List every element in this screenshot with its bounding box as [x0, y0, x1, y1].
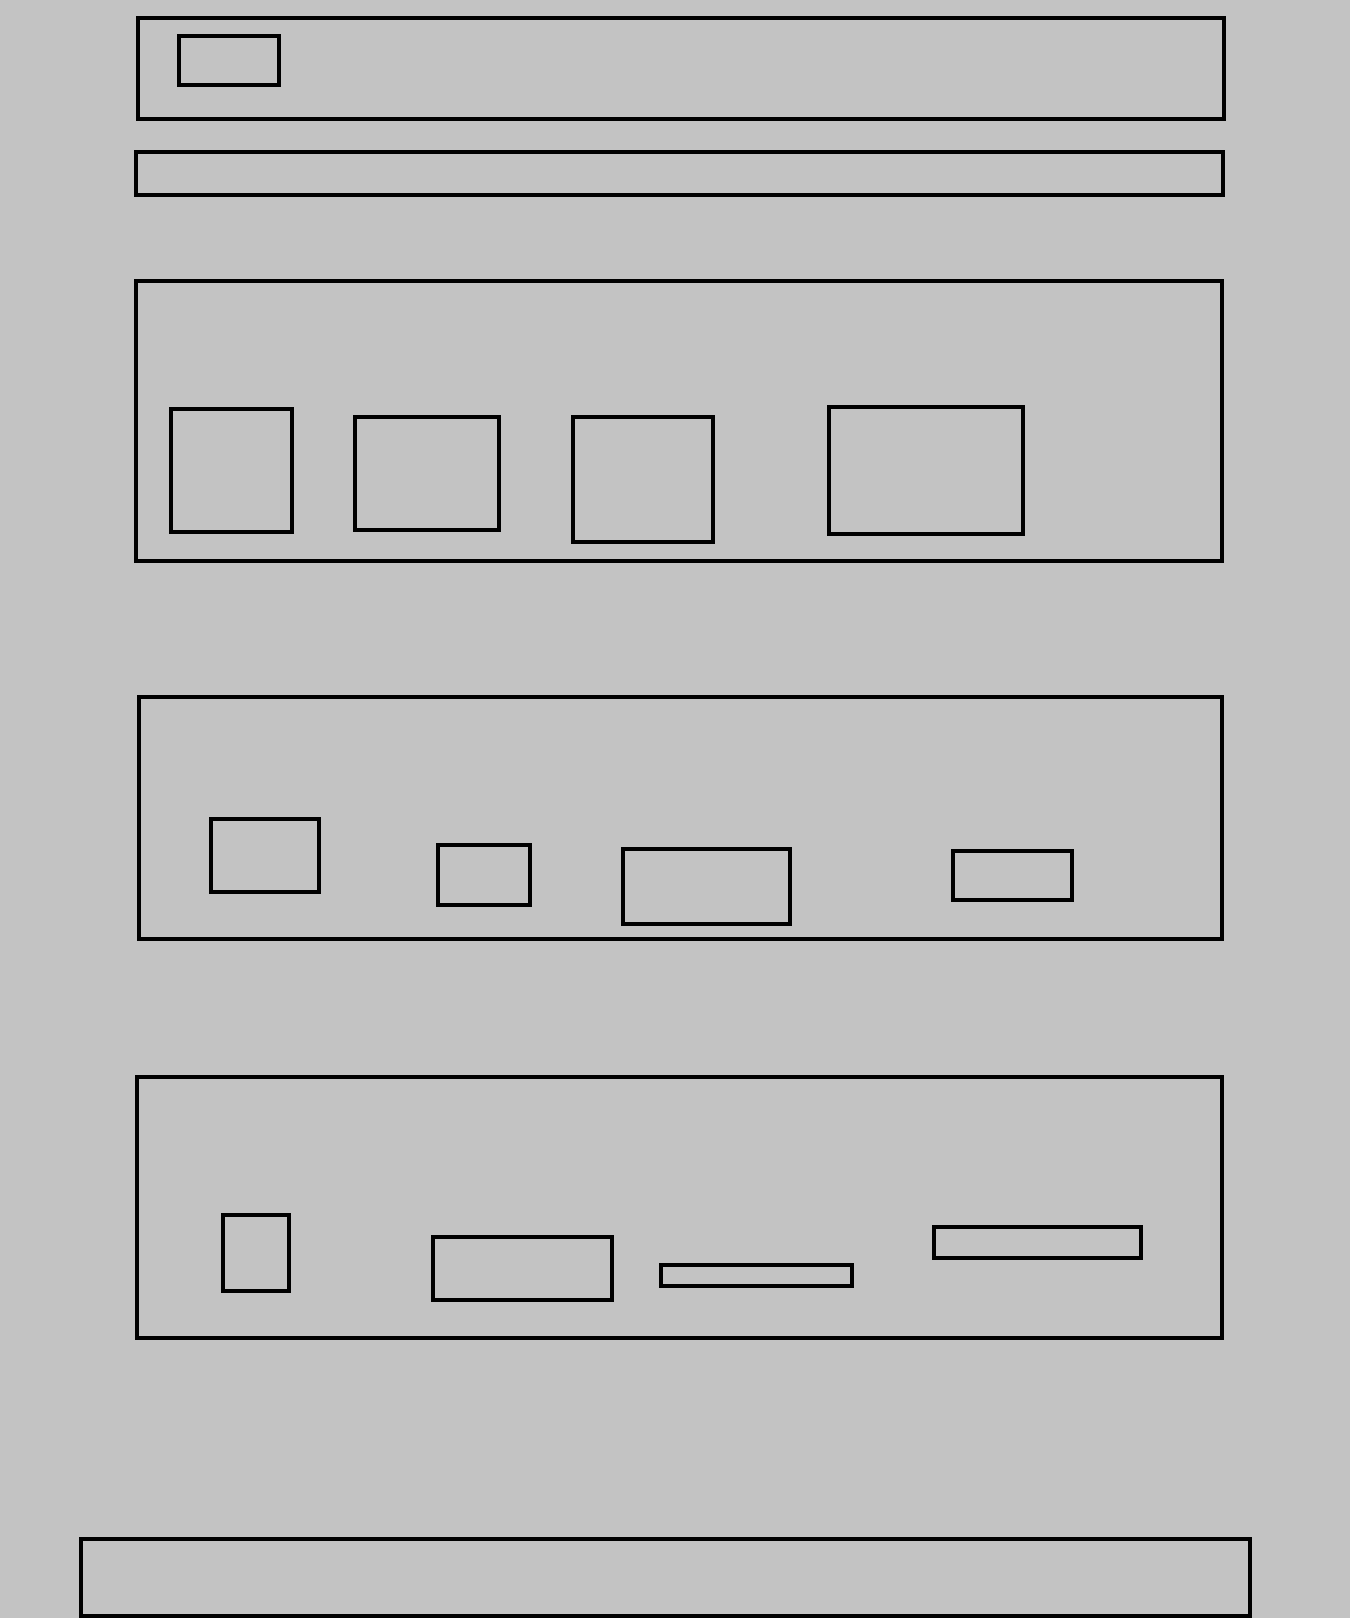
header-logo-placeholder[interactable] — [177, 34, 281, 87]
section-3-item-1[interactable] — [221, 1213, 291, 1293]
section-1-item-3[interactable] — [571, 415, 715, 544]
section-2-item-1[interactable] — [209, 817, 321, 894]
footer-bar — [79, 1537, 1252, 1618]
section-3-item-2[interactable] — [431, 1235, 614, 1302]
section-3-item-4[interactable] — [932, 1225, 1143, 1260]
section-1-item-4[interactable] — [827, 405, 1025, 536]
section-1-item-2[interactable] — [353, 415, 501, 532]
nav-bar[interactable] — [134, 150, 1225, 197]
section-2-item-2[interactable] — [436, 843, 532, 907]
wireframe-canvas — [0, 0, 1350, 1618]
section-3-item-3[interactable] — [659, 1263, 854, 1288]
content-section-3 — [135, 1075, 1224, 1340]
section-2-item-4[interactable] — [951, 849, 1074, 902]
section-2-item-3[interactable] — [621, 847, 792, 926]
section-1-item-1[interactable] — [169, 407, 294, 534]
header-bar — [136, 16, 1226, 121]
